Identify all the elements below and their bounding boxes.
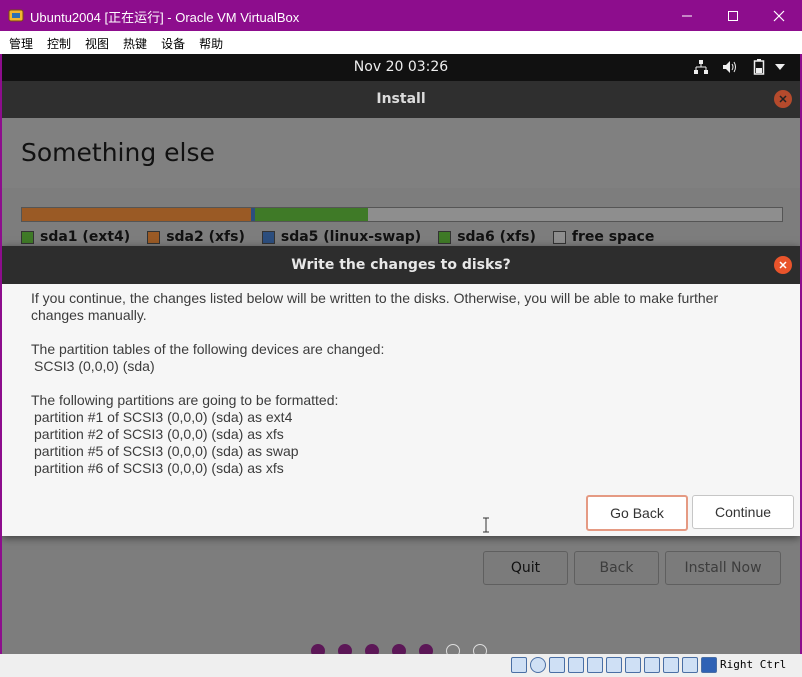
legend-label: free space <box>571 229 655 245</box>
legend-item: sda6 (xfs) <box>438 229 536 245</box>
progress-dot-completed <box>338 644 352 654</box>
write-changes-dialog: Write the changes to disks? If you conti… <box>2 246 800 536</box>
installer-close-button[interactable] <box>774 90 792 108</box>
vbox-statusbar: Right Ctrl <box>0 654 802 677</box>
close-icon <box>779 261 787 269</box>
continue-button[interactable]: Continue <box>692 495 794 529</box>
optical-drive-icon[interactable] <box>530 657 546 673</box>
legend-swatch <box>438 230 452 244</box>
legend-swatch <box>21 230 34 244</box>
menubar: 管理 控制 视图 热键 设备 帮助 <box>0 31 802 54</box>
install-now-button[interactable]: Install Now <box>665 551 781 585</box>
go-back-button[interactable]: Go Back <box>586 495 688 531</box>
network-adapter-icon[interactable] <box>568 657 584 673</box>
window-title: Ubuntu2004 [正在运行] - Oracle VM VirtualBox <box>30 10 300 25</box>
display-icon[interactable] <box>625 657 641 673</box>
virtualization-icon[interactable] <box>663 657 679 673</box>
virtualbox-app-icon <box>8 9 24 22</box>
format-item: partition #5 of SCSI3 (0,0,0) (sda) as s… <box>34 443 299 459</box>
minimize-icon <box>682 15 692 16</box>
maximize-icon <box>728 10 738 21</box>
back-button[interactable]: Back <box>574 551 659 585</box>
dialog-intro-cont: changes manually. <box>31 307 147 323</box>
legend-swatch <box>261 230 275 244</box>
dialog-header: Write the changes to disks? <box>2 246 800 284</box>
partition-legend: sda1 (ext4) sda2 (xfs) sda5 (linux-swap)… <box>21 229 671 245</box>
page-heading-band: Something else <box>2 118 800 188</box>
legend-item: free space <box>552 229 655 245</box>
shared-folder-icon[interactable] <box>606 657 622 673</box>
menu-hotkeys[interactable]: 热键 <box>114 31 147 54</box>
volume-icon[interactable] <box>722 59 740 75</box>
vm-screen: Nov 20 03:26 Install Something else sda1… <box>2 54 800 654</box>
mouse-integration-icon[interactable] <box>682 657 698 673</box>
legend-swatch <box>147 230 161 244</box>
partition-bar-free <box>368 208 782 221</box>
tables-device: SCSI3 (0,0,0) (sda) <box>34 358 155 374</box>
menu-help[interactable]: 帮助 <box>190 31 223 54</box>
format-item: partition #1 of SCSI3 (0,0,0) (sda) as e… <box>34 409 293 425</box>
host-key-label: Right Ctrl <box>720 658 787 671</box>
close-button[interactable] <box>756 0 802 31</box>
menu-devices[interactable]: 设备 <box>152 31 185 54</box>
legend-label: sda2 (xfs) <box>166 229 245 245</box>
menu-view[interactable]: 视图 <box>76 31 109 54</box>
dialog-message: If you continue, the changes listed belo… <box>31 290 781 477</box>
battery-icon[interactable] <box>753 59 765 75</box>
format-heading: The following partitions are going to be… <box>31 392 339 408</box>
partition-bar-sda2 <box>22 208 251 221</box>
dialog-close-button[interactable] <box>774 256 792 274</box>
hard-disk-icon[interactable] <box>511 657 527 673</box>
minimize-button[interactable] <box>664 0 710 31</box>
usb-icon[interactable] <box>587 657 603 673</box>
tables-heading: The partition tables of the following de… <box>31 341 385 357</box>
close-icon <box>779 95 787 103</box>
installer-header: Install <box>2 81 800 118</box>
text-cursor-icon <box>483 517 489 533</box>
installer-title: Install <box>376 91 426 107</box>
progress-dot-completed <box>392 644 406 654</box>
legend-item: sda1 (ext4) <box>21 229 130 245</box>
close-icon <box>773 10 785 21</box>
legend-item: sda2 (xfs) <box>147 229 245 245</box>
progress-dot-completed <box>419 644 433 654</box>
menu-control[interactable]: 控制 <box>38 31 71 54</box>
quit-button[interactable]: Quit <box>483 551 568 585</box>
format-item: partition #2 of SCSI3 (0,0,0) (sda) as x… <box>34 426 284 442</box>
dialog-intro: If you continue, the changes listed belo… <box>31 290 719 306</box>
legend-item: sda5 (linux-swap) <box>261 229 422 245</box>
progress-dots <box>311 644 500 654</box>
window-titlebar: Ubuntu2004 [正在运行] - Oracle VM VirtualBox <box>0 0 802 31</box>
legend-swatch <box>552 230 566 244</box>
format-item: partition #6 of SCSI3 (0,0,0) (sda) as x… <box>34 460 284 476</box>
legend-label: sda6 (xfs) <box>457 229 536 245</box>
dialog-title: Write the changes to disks? <box>291 257 511 273</box>
status-icons <box>511 657 720 673</box>
audio-icon[interactable] <box>549 657 565 673</box>
legend-label: sda1 (ext4) <box>40 229 131 245</box>
menu-manage[interactable]: 管理 <box>0 31 33 54</box>
partition-bar <box>21 207 783 222</box>
gnome-topbar: Nov 20 03:26 <box>2 54 800 81</box>
video-capture-icon[interactable] <box>644 657 660 673</box>
maximize-button[interactable] <box>710 0 756 31</box>
network-icon[interactable] <box>693 59 709 75</box>
dropdown-arrow-icon[interactable] <box>775 63 785 71</box>
legend-label: sda5 (linux-swap) <box>280 229 422 245</box>
keyboard-capture-icon[interactable] <box>701 657 717 673</box>
clock[interactable]: Nov 20 03:26 <box>2 59 800 75</box>
progress-dot-completed <box>365 644 379 654</box>
partition-bar-sda6 <box>255 208 368 221</box>
page-title: Something else <box>21 138 215 167</box>
progress-dot-pending <box>473 644 487 654</box>
progress-dot-completed <box>311 644 325 654</box>
progress-dot-pending <box>446 644 460 654</box>
